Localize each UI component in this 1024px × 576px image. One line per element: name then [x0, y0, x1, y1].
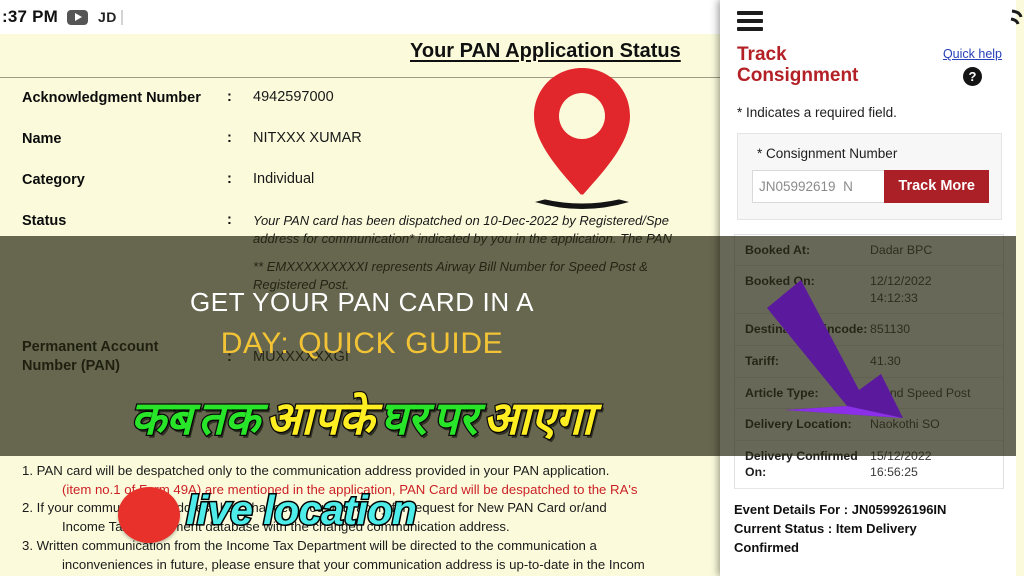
field-separator: : — [227, 212, 232, 228]
detail-key: Tariff: — [745, 353, 779, 368]
list-item: inconveniences in future, please ensure … — [62, 556, 645, 572]
panel-heading: Track Consignment — [737, 44, 858, 87]
table-row: Tariff: 41.30 — [735, 346, 1003, 378]
detail-value: Naokothi SO — [870, 417, 940, 432]
detail-key: Destination Pincode: — [745, 322, 868, 337]
map-pin-icon — [534, 68, 630, 209]
required-field-note: * Indicates a required field. — [737, 104, 897, 120]
hindi-word: कब — [129, 393, 193, 444]
hindi-word: पर — [431, 393, 478, 444]
panel-heading-line-2: Consignment — [737, 65, 859, 87]
field-value-category: Individual — [253, 171, 315, 187]
detail-value: Inland Speed Post — [870, 385, 971, 400]
event-details-block: Event Details For : JN059926196IN Curren… — [720, 489, 1016, 558]
quick-help-group[interactable]: Quick help ? — [943, 44, 1002, 87]
track-consignment-panel: Track Consignment Quick help ? * Indicat… — [720, 0, 1016, 576]
table-row: Delivery Location: Naokothi SO — [735, 409, 1003, 441]
status-paragraph-1: Your PAN card has been dispatched on 10-… — [253, 213, 670, 228]
detail-value: 12/12/2022 14:12:33 — [870, 274, 932, 305]
panel-header-row: Track Consignment Quick help ? — [720, 42, 1016, 87]
panel-heading-line-1: Track — [737, 44, 787, 65]
partial-edge-icon — [1010, 9, 1023, 25]
consignment-input-row: Track More — [752, 169, 989, 203]
status-bar: :37 PM JD — [0, 0, 720, 34]
current-status-line-1: Current Status : Item Delivery — [734, 520, 917, 536]
field-separator: : — [227, 171, 232, 187]
detail-key: Article Type: — [745, 385, 819, 400]
table-row: Article Type: Inland Speed Post — [735, 378, 1003, 410]
field-label-status: Status — [22, 213, 67, 229]
hindi-word: घर — [379, 393, 428, 444]
field-separator: : — [227, 130, 232, 146]
field-label-name: Name — [22, 131, 62, 147]
hindi-headline: कब तक आपके घर पर आएगा — [0, 393, 724, 444]
page-title: Your PAN Application Status — [410, 40, 681, 62]
field-value-name: NITXXX XUMAR — [253, 130, 362, 146]
table-row: Booked At: Dadar BPC — [735, 235, 1003, 267]
consignment-details-table: Booked At: Dadar BPC Booked On: 12/12/20… — [734, 233, 1004, 489]
detail-value: Dadar BPC — [870, 242, 933, 257]
red-dot-marker — [118, 487, 180, 543]
table-row: Booked On: 12/12/2022 14:12:33 — [735, 266, 1003, 315]
question-mark-icon[interactable]: ? — [962, 67, 982, 86]
detail-key: Booked At: — [745, 242, 811, 257]
youtube-icon — [67, 9, 88, 25]
screenshot-stage: Your PAN Application Status Acknowledgme… — [0, 0, 1024, 576]
field-label-category: Category — [22, 172, 85, 188]
panel-topbar — [720, 0, 1016, 42]
consignment-number-label: * Consignment Number — [757, 145, 898, 161]
edge-sliver — [1016, 0, 1024, 576]
hamburger-menu-icon[interactable] — [737, 11, 763, 31]
detail-value: 15/12/2022 16:56:25 — [870, 448, 932, 480]
track-more-button[interactable]: Track More — [884, 169, 989, 203]
table-row: Destination Pincode: 851130 — [735, 314, 1003, 346]
field-label-acknowledgment: Acknowledgment Number — [22, 90, 201, 106]
field-separator: : — [227, 89, 232, 105]
field-value-acknowledgment: 4942597000 — [253, 89, 334, 105]
live-location-callout: live location — [184, 487, 418, 533]
detail-value: 851130 — [870, 322, 911, 337]
list-item: 3. Written communication from the Income… — [22, 537, 597, 553]
current-status-line-2: Confirmed — [734, 539, 799, 555]
table-row: Delivery Confirmed On: 15/12/2022 16:56:… — [735, 441, 1003, 489]
quick-help-link[interactable]: Quick help — [943, 47, 1002, 61]
account-initials-badge[interactable]: JD — [98, 9, 117, 25]
consignment-form-card: * Consignment Number Track More — [737, 132, 1002, 220]
detail-value: 41.30 — [870, 353, 901, 368]
detail-key: Booked On: — [745, 274, 815, 289]
hindi-word: आएगा — [482, 393, 595, 444]
hindi-word: तक — [197, 393, 261, 444]
hindi-word: आपके — [264, 393, 375, 444]
list-item: 1. PAN card will be despatched only to t… — [22, 463, 610, 478]
event-details-for: Event Details For : JN059926196IN — [734, 501, 947, 517]
detail-key: Delivery Confirmed On: — [745, 448, 858, 480]
clock-label: :37 PM — [2, 7, 58, 26]
detail-key: Delivery Location: — [745, 417, 852, 432]
status-bar-divider — [120, 9, 123, 25]
